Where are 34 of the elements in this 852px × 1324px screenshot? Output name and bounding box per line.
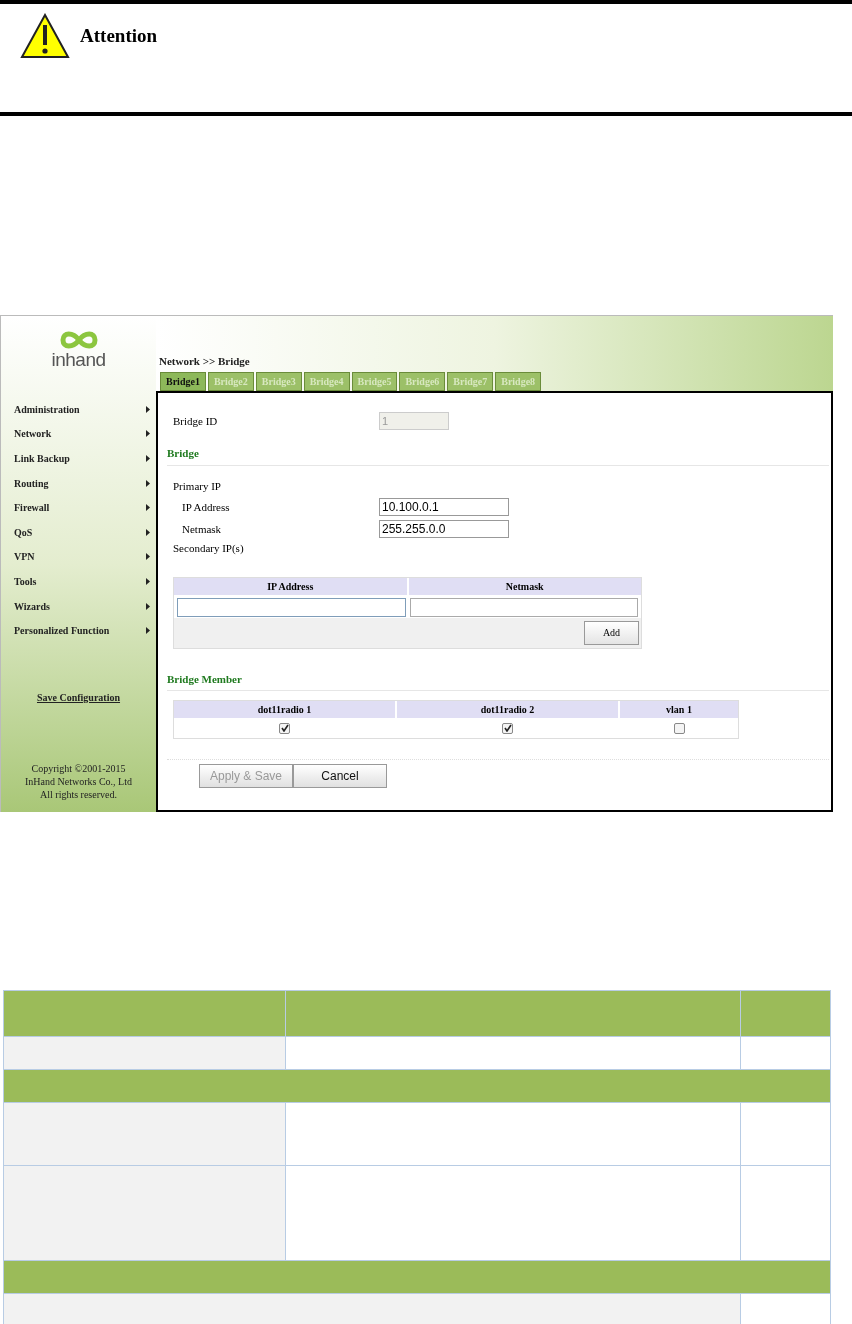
section-title: Bridge	[167, 447, 199, 459]
menu-item[interactable]: Network	[1, 421, 156, 447]
netmask-field[interactable]: 255.255.0.0	[379, 520, 509, 538]
ip-address-label: IP Address	[182, 499, 231, 515]
column-header: Netmask	[408, 577, 641, 595]
menu-item[interactable]: Administration	[1, 397, 156, 422]
menu-item[interactable]: Routing	[1, 470, 156, 496]
menu-item[interactable]: Wizards	[1, 593, 156, 619]
add-button[interactable]: Add	[584, 620, 639, 645]
attention-title: Attention	[80, 23, 158, 48]
column-header: dot11radio 2	[397, 701, 618, 718]
ip-address-field[interactable]: 10.100.0.1	[379, 498, 509, 516]
breadcrumb: Network >> Bridge	[159, 353, 251, 369]
menu-item[interactable]: Link Backup	[1, 446, 156, 471]
save-configuration-link[interactable]: Save Configuration	[36, 689, 121, 705]
primary-ip-label: Primary IP	[172, 478, 222, 494]
menu-item[interactable]: VPN	[1, 544, 156, 570]
netmask-label: Netmask	[182, 521, 223, 537]
column-header: vlan 1	[620, 701, 738, 718]
bridge-tab[interactable]: Bridge1	[160, 372, 206, 391]
section-title: Bridge Member	[167, 672, 242, 685]
bridge-id-label: Bridge ID	[173, 413, 219, 429]
menu-item[interactable]: Tools	[1, 569, 156, 594]
copyright-text: All rights reserved.	[40, 787, 117, 801]
copyright-text: InHand Networks Co., Ltd	[25, 774, 132, 788]
secondary-ip-label: Secondary IP(s)	[172, 541, 245, 556]
logo-text: inhand	[51, 350, 106, 370]
column-header: IP Address	[174, 577, 407, 595]
column-header: dot11radio 1	[174, 701, 395, 718]
menu-item[interactable]: QoS	[1, 519, 156, 545]
menu-item[interactable]: Firewall	[1, 495, 156, 520]
cancel-button[interactable]: Cancel	[293, 764, 387, 788]
menu-item[interactable]: Personalized Function	[1, 618, 156, 643]
copyright-text: Copyright ©2001-2015	[31, 761, 126, 775]
